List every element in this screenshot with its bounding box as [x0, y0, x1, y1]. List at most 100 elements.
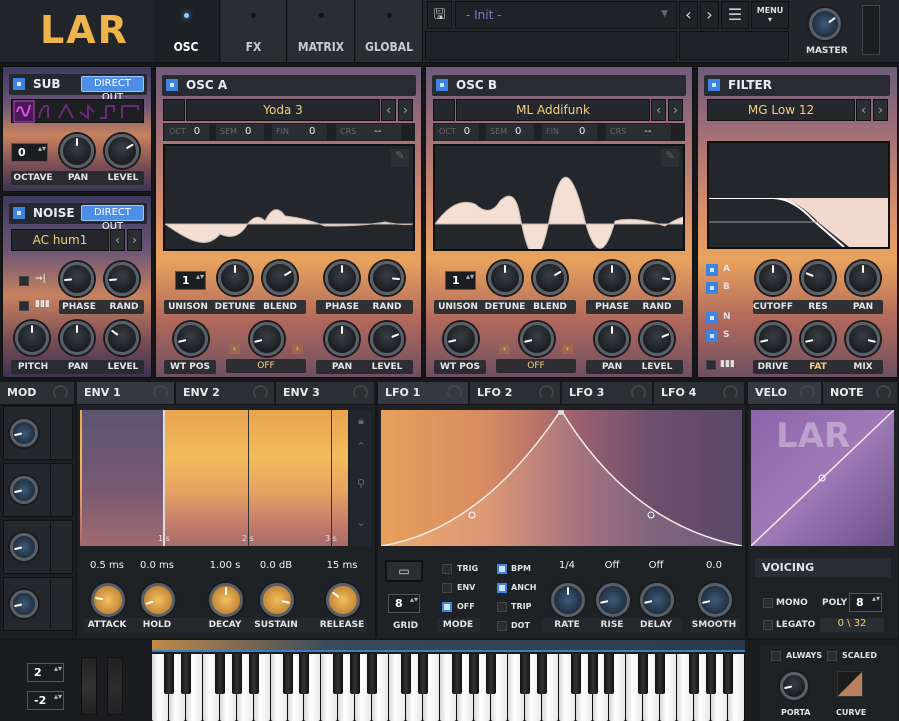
black-key[interactable] — [638, 654, 649, 694]
filter-drive-knob[interactable] — [756, 322, 790, 356]
tab-env3[interactable]: ENV 3 — [276, 382, 375, 404]
osc-b-level-knob[interactable] — [640, 322, 674, 356]
pitch-bend-up-stepper[interactable]: 2 — [27, 663, 64, 682]
mod-source-knob[interactable] — [10, 419, 38, 447]
warp-next-button[interactable]: › — [292, 344, 303, 354]
osc-a-wtpos-knob[interactable] — [174, 322, 208, 356]
pencil-icon[interactable]: ✎ — [391, 149, 409, 167]
lfo-mode-trig-checkbox[interactable] — [442, 564, 452, 574]
black-key[interactable] — [282, 654, 293, 694]
lfo-rate-knob[interactable] — [551, 583, 585, 617]
noise-level-knob[interactable] — [105, 321, 139, 355]
tab-env2[interactable]: ENV 2 — [176, 382, 275, 404]
noise-keytrack-checkbox[interactable] — [19, 301, 29, 311]
osc-a-rand-knob[interactable] — [370, 261, 404, 295]
filter-pan-knob[interactable] — [846, 261, 880, 295]
lfo-rise-knob[interactable] — [596, 583, 630, 617]
osc-a-pan-knob[interactable] — [325, 322, 359, 356]
lfo-mode-off-checkbox[interactable] — [442, 602, 452, 612]
unison-stepper[interactable]: 1 — [175, 271, 206, 290]
black-key[interactable] — [333, 654, 344, 694]
filter-keytrack-checkbox[interactable] — [706, 360, 716, 370]
filter-route-b-checkbox[interactable] — [706, 282, 718, 294]
crs-field[interactable]: CRS -- — [336, 124, 401, 140]
next-preset-button[interactable]: › — [700, 1, 719, 29]
lock-icon[interactable]: 🔒︎ — [350, 414, 372, 428]
env-decay-knob[interactable] — [209, 583, 243, 617]
sub-pan-knob[interactable] — [60, 134, 94, 168]
wavetable-display[interactable]: ✎ — [433, 144, 685, 251]
warp-mode-button[interactable]: OFF — [496, 359, 576, 373]
pencil-icon[interactable]: ✎ — [661, 149, 679, 167]
black-key[interactable] — [689, 654, 700, 694]
noise-oneshot-checkbox[interactable] — [19, 276, 29, 286]
lfo-delay-knob[interactable] — [640, 583, 674, 617]
osc-a-warp-knob[interactable] — [250, 322, 284, 356]
black-key[interactable] — [706, 654, 717, 694]
osc-a-blend-knob[interactable] — [263, 261, 297, 295]
sub-level-knob[interactable] — [105, 134, 139, 168]
warp-prev-button[interactable]: ‹ — [229, 344, 240, 354]
noise-prev-button[interactable]: ‹ — [110, 229, 125, 251]
black-key[interactable] — [723, 654, 734, 694]
filter-prev-button[interactable]: ‹ — [856, 99, 871, 121]
tab-lfo4[interactable]: LFO 4 — [654, 382, 745, 404]
scaled-checkbox[interactable] — [827, 651, 837, 661]
menu-button[interactable]: MENU ▾ — [751, 1, 789, 29]
osc-a-level-knob[interactable] — [370, 322, 404, 356]
black-key[interactable] — [248, 654, 259, 694]
black-key[interactable] — [536, 654, 547, 694]
wavetable-prev-button[interactable]: ‹ — [651, 99, 666, 121]
lfo-display[interactable] — [380, 408, 743, 547]
mod-target-slot[interactable] — [50, 408, 72, 458]
mod-target-slot[interactable] — [50, 579, 72, 629]
preset-dropdown[interactable]: - Init - ▼ — [455, 1, 677, 29]
osc-b-warp-knob[interactable] — [520, 322, 554, 356]
env-sustain-knob[interactable] — [260, 583, 294, 617]
master-volume-knob[interactable] — [809, 8, 841, 40]
pitch-bend-down-stepper[interactable]: -2 — [27, 691, 64, 710]
crs-field[interactable]: CRS -- — [606, 124, 671, 140]
tab-fx[interactable]: FX — [221, 0, 287, 62]
filter-route-a-checkbox[interactable] — [706, 264, 718, 276]
tab-lfo1[interactable]: LFO 1 — [378, 382, 469, 404]
osc-b-wtpos-knob[interactable] — [444, 322, 478, 356]
mod-source-knob[interactable] — [10, 476, 38, 504]
black-key[interactable] — [367, 654, 378, 694]
tab-lfo3[interactable]: LFO 3 — [562, 382, 653, 404]
filter-cutoff-knob[interactable] — [756, 261, 790, 295]
sem-field[interactable]: SEM 0 — [216, 124, 264, 140]
noise-phase-knob[interactable] — [60, 262, 94, 296]
tab-lfo2[interactable]: LFO 2 — [470, 382, 561, 404]
lfo-anch-checkbox[interactable] — [497, 583, 507, 593]
wavetable-edit-slot[interactable] — [433, 99, 455, 121]
env-attack-knob[interactable] — [91, 583, 125, 617]
mod-source-knob[interactable] — [10, 533, 38, 561]
filter-next-button[interactable]: › — [873, 99, 888, 121]
sem-field[interactable]: SEM 0 — [486, 124, 534, 140]
piano-keyboard[interactable] — [152, 654, 745, 721]
tab-note[interactable]: NOTE — [823, 382, 898, 404]
poly-stepper[interactable]: 8 — [849, 593, 882, 612]
osc-enable-checkbox[interactable] — [166, 79, 178, 91]
oct-field[interactable]: OCT 0 — [165, 124, 209, 140]
envelope-display[interactable]: 1 s 2 s 3 s — [80, 410, 348, 546]
chevron-up-icon[interactable]: ⌃ — [350, 440, 372, 453]
osc-a-detune-knob[interactable] — [218, 261, 252, 295]
warp-mode-button[interactable]: OFF — [226, 359, 306, 373]
velocity-curve-display[interactable]: LAR — [751, 410, 894, 546]
osc-a-phase-knob[interactable] — [325, 261, 359, 295]
warp-next-button[interactable]: › — [562, 344, 573, 354]
filter-mix-knob[interactable] — [846, 322, 880, 356]
black-key[interactable] — [468, 654, 479, 694]
lfo-trip-checkbox[interactable] — [497, 602, 507, 612]
black-key[interactable] — [655, 654, 666, 694]
lfo-smooth-knob[interactable] — [698, 583, 732, 617]
black-key[interactable] — [418, 654, 429, 694]
wavetable-name[interactable]: Yoda 3 — [186, 99, 380, 121]
noise-next-button[interactable]: › — [127, 229, 142, 251]
sub-direct-out-button[interactable]: DIRECT OUT — [81, 76, 144, 103]
noise-pan-knob[interactable] — [60, 321, 94, 355]
mod-tab[interactable]: MOD — [0, 382, 75, 404]
tab-velo[interactable]: VELO — [748, 382, 822, 404]
